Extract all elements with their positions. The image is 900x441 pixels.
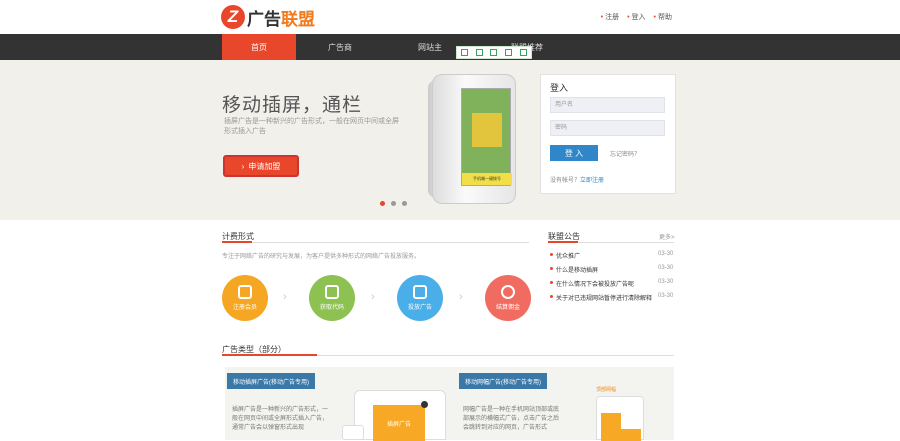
apply-button[interactable]: › 申请加盟 — [223, 155, 299, 177]
register-now-link[interactable]: 立即注册 — [580, 178, 604, 184]
chevron-right-icon: › — [283, 291, 287, 303]
copy-icon[interactable] — [490, 49, 498, 56]
document-icon — [325, 285, 339, 299]
ad-type-interstitial-text: 插屏广告是一种新兴的广告形式，一般在网页中间或全屏形式插入广告，通常广告会以弹窗… — [232, 407, 329, 431]
chevron-right-icon: › — [459, 291, 463, 303]
password-input[interactable]: 密码 — [550, 120, 665, 136]
notices-more-link[interactable]: 更多> — [659, 232, 675, 241]
carousel-dots — [380, 201, 407, 206]
site-logo[interactable]: Z 广告 联盟 — [221, 4, 315, 30]
step-get-code[interactable]: 获取代码 — [309, 275, 355, 321]
bullet-icon: • — [627, 14, 630, 21]
phone-mockup-small — [342, 425, 364, 440]
banner-description: 插屏广告是一种新兴的广告形式，一般在网页中间或全屏形式插入广告 — [224, 118, 399, 135]
banner-mockup — [596, 396, 644, 441]
bullet-icon: • — [653, 14, 656, 21]
edit-toolbar — [456, 46, 532, 59]
arrow-right-icon: › — [241, 161, 245, 171]
step-settle[interactable]: 结算佣金 — [485, 275, 531, 321]
login-title: 登入 — [550, 83, 569, 93]
logo-text-accent: 联盟 — [281, 9, 315, 29]
ad-type-banner-text: 网幅广告是一种在手机网站顶部或底部展示的横幅式广告，点击广告之后会跳转到对应的网… — [463, 407, 560, 431]
notice-date: 03-30 — [658, 265, 674, 271]
banner-ad-block-small — [621, 429, 641, 441]
export-icon[interactable] — [505, 49, 513, 56]
top-bar: Z 广告 联盟 • 注册 • 登入 • 帮助 — [0, 0, 900, 34]
shuffle-icon[interactable] — [475, 49, 483, 56]
register-link[interactable]: • 注册 — [601, 12, 619, 22]
interstitial-ad-box: 插屏广告 — [373, 405, 425, 441]
notice-date: 03-30 — [658, 251, 674, 257]
chevron-right-icon: › — [371, 291, 375, 303]
nav-advertiser[interactable]: 广告商 — [303, 34, 377, 60]
notice-item[interactable]: 什么是移动插屏 — [549, 265, 598, 274]
login-link[interactable]: • 登入 — [627, 12, 645, 22]
notice-item[interactable]: 关于对已违规网站暂停进行清除解释 — [549, 293, 652, 302]
phone-ad-graphic — [472, 113, 502, 147]
username-input[interactable]: 用户名 — [550, 97, 665, 113]
notices-divider-accent — [548, 241, 578, 243]
login-button[interactable]: 登 入 — [550, 145, 598, 161]
help-link[interactable]: • 帮助 — [654, 12, 672, 22]
logo-text-primary: 广告 — [247, 9, 281, 29]
banner-ad-block — [601, 413, 621, 441]
logo-z-icon: Z — [221, 5, 245, 29]
notice-item[interactable]: 优众推广 — [549, 251, 580, 260]
ad-types-divider-accent — [222, 354, 317, 356]
phone-bottom-banner: 手机端一键拨号 — [462, 173, 512, 185]
bullet-icon: • — [600, 14, 604, 21]
login-panel: 登入 用户名 密码 登 入 忘记密码？ 没有帐号？立即注册 — [540, 74, 676, 194]
nav-home[interactable]: 首页 — [222, 34, 296, 60]
forgot-password-link[interactable]: 忘记密码？ — [610, 149, 640, 158]
step-place-ad[interactable]: 投放广告 — [397, 275, 443, 321]
interstitial-mockup: 插屏广告 — [354, 390, 446, 441]
carousel-dot-1[interactable] — [380, 201, 385, 206]
ad-type-interstitial-label[interactable]: 移动插屏广告(移动广告专用) — [227, 373, 315, 389]
settings-icon[interactable] — [520, 49, 528, 56]
main-nav: 首页 广告商 网站主 联盟推荐 — [0, 34, 900, 60]
banner-mock-label: 顶部网幅 — [596, 387, 617, 393]
notice-item[interactable]: 在什么情况下会被投放广告呢 — [549, 279, 634, 288]
step-register[interactable]: 注册会员 — [222, 275, 268, 321]
carousel-dot-2[interactable] — [391, 201, 396, 206]
register-prompt: 没有帐号？立即注册 — [550, 178, 605, 184]
pencil-icon — [238, 285, 252, 299]
close-icon — [421, 401, 428, 408]
ad-type-banner-label[interactable]: 移动网幅广告(移动广告专用) — [459, 373, 547, 389]
billing-divider — [222, 242, 529, 243]
notice-date: 03-30 — [658, 293, 674, 299]
carousel-dot-3[interactable] — [402, 201, 407, 206]
phone-screen: 手机端一键拨号 — [461, 88, 512, 186]
banner-title: 移动插屏，通栏 — [222, 95, 363, 116]
yen-icon — [501, 285, 515, 299]
notice-date: 03-30 — [658, 279, 674, 285]
billing-divider-accent — [222, 241, 252, 243]
window-icon — [413, 285, 427, 299]
save-icon[interactable] — [460, 49, 468, 56]
top-links: • 注册 • 登入 • 帮助 — [601, 12, 672, 22]
billing-description: 专注于网络广告的研究与发展，为客户提供多种形式的网络广告投放服务。 — [222, 254, 421, 260]
